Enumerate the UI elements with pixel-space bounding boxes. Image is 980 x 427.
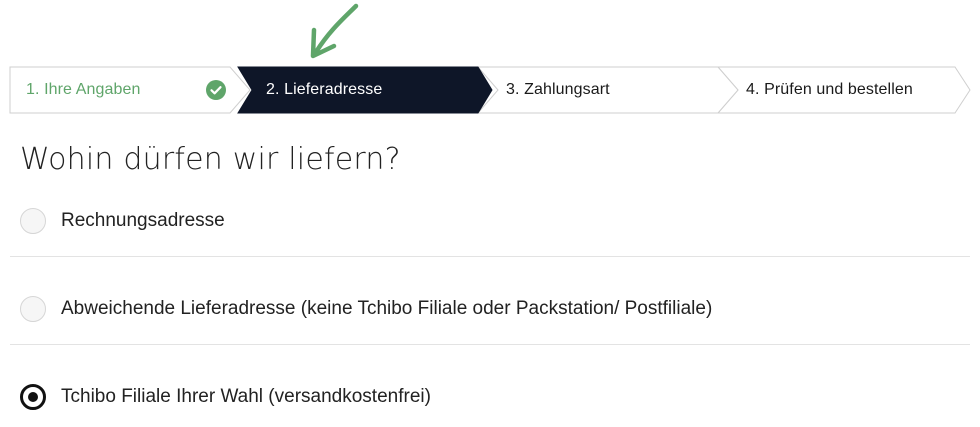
option-billing-address[interactable]: Rechnungsadresse	[10, 191, 970, 251]
divider	[10, 344, 970, 345]
radio-billing-address[interactable]	[20, 208, 46, 234]
hand-drawn-arrow-icon	[310, 3, 359, 59]
delivery-heading: Wohin dürfen wir liefern?	[20, 142, 401, 177]
step-4-label[interactable]: 4. Prüfen und bestellen	[746, 67, 913, 113]
step-1-label[interactable]: 1. Ihre Angaben	[26, 67, 140, 113]
option-different-address[interactable]: Abweichende Lieferadresse (keine Tchibo …	[10, 279, 970, 339]
option-tchibo-store[interactable]: Tchibo Filiale Ihrer Wahl (versandkosten…	[10, 367, 970, 427]
option-billing-address-label[interactable]: Rechnungsadresse	[61, 210, 225, 232]
step-3-label[interactable]: 3. Zahlungsart	[506, 67, 610, 113]
radio-tchibo-store[interactable]	[20, 384, 46, 410]
option-tchibo-store-label[interactable]: Tchibo Filiale Ihrer Wahl (versandkosten…	[61, 386, 431, 408]
step-2-label[interactable]: 2. Lieferadresse	[266, 67, 382, 113]
option-different-address-label[interactable]: Abweichende Lieferadresse (keine Tchibo …	[61, 298, 712, 320]
divider	[10, 256, 970, 257]
check-circle-icon	[206, 80, 226, 100]
radio-different-address[interactable]	[20, 296, 46, 322]
